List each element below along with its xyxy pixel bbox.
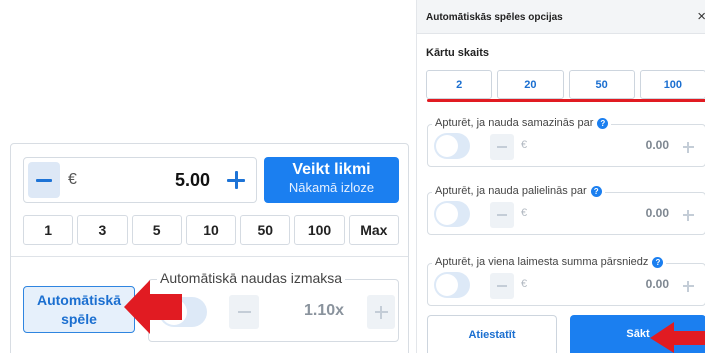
decrease-stake-button[interactable] xyxy=(28,162,60,198)
rounds-option-2[interactable]: 2 xyxy=(426,70,493,99)
plus-icon xyxy=(227,171,245,189)
currency-symbol: € xyxy=(521,207,528,219)
stop-on-loss-increase-button[interactable] xyxy=(677,134,699,160)
quick-amount-5[interactable]: 5 xyxy=(131,215,182,245)
auto-cashout-label: Automātiskā naudas izmaksa xyxy=(157,270,346,286)
red-arrow-icon xyxy=(124,280,182,334)
red-highlight-underline xyxy=(427,99,705,102)
quick-amount-1[interactable]: 1 xyxy=(23,215,74,245)
plus-icon xyxy=(682,141,694,153)
stop-on-single-win-label: Apturēt, ja viena laimesta summa pārsnie… xyxy=(432,256,667,268)
stop-on-win-label: Apturēt, ja nauda palielinās par ? xyxy=(432,185,605,197)
stop-on-single-win-decrease-button[interactable] xyxy=(490,273,514,299)
rounds-option-20[interactable]: 20 xyxy=(497,70,564,99)
rounds-options: 2 20 50 100 xyxy=(426,70,705,99)
place-bet-subtitle: Nākamā izloze xyxy=(288,180,375,195)
cashout-decrease-button[interactable] xyxy=(229,295,259,329)
stop-on-win-input[interactable]: 0.00 xyxy=(646,206,669,220)
autoplay-label-line2: spēle xyxy=(61,311,97,327)
reset-button[interactable]: Atiestatīt xyxy=(427,315,557,353)
stop-on-loss-label: Apturēt, ja nauda samazinās par ? xyxy=(432,117,612,129)
minus-icon xyxy=(497,214,507,216)
increase-stake-button[interactable] xyxy=(220,162,252,198)
place-bet-title: Veikt likmi xyxy=(292,161,371,178)
stop-on-loss-input[interactable]: 0.00 xyxy=(646,138,669,152)
currency-symbol: € xyxy=(521,139,528,151)
stop-on-single-win-text: Apturēt, ja viena laimesta summa pārsnie… xyxy=(435,256,649,268)
cashout-increase-button[interactable] xyxy=(367,295,395,329)
minus-icon xyxy=(36,178,52,182)
rounds-label: Kārtu skaits xyxy=(426,47,489,59)
currency-symbol: € xyxy=(68,171,77,188)
stop-on-win-decrease-button[interactable] xyxy=(490,202,514,228)
stop-on-loss-decrease-button[interactable] xyxy=(490,134,514,160)
auto-cashout-group: Automātiskā naudas izmaksa 1.10x xyxy=(148,270,399,342)
plus-icon xyxy=(682,280,694,292)
help-icon[interactable]: ? xyxy=(597,117,609,129)
stake-amount-input[interactable]: 5.00 xyxy=(175,170,210,191)
stop-on-single-win-toggle[interactable] xyxy=(434,272,470,298)
dialog-title: Automātiskās spēles opcijas xyxy=(426,12,563,23)
toggle-knob xyxy=(436,135,458,157)
autoplay-options-dialog: Automātiskās spēles opcijas × Kārtu skai… xyxy=(416,0,705,353)
quick-amount-max[interactable]: Max xyxy=(348,215,399,245)
stop-on-loss-group: Apturēt, ja nauda samazinās par ? € 0.00 xyxy=(427,117,705,167)
red-arrow-icon xyxy=(650,322,705,353)
place-bet-button[interactable]: Veikt likmi Nākamā izloze xyxy=(264,157,399,203)
bet-panel: € 5.00 Veikt likmi Nākamā izloze 1 3 5 1… xyxy=(10,143,409,353)
stop-on-single-win-input[interactable]: 0.00 xyxy=(646,277,669,291)
dialog-header: Automātiskās spēles opcijas × xyxy=(417,0,705,34)
stop-on-single-win-increase-button[interactable] xyxy=(677,273,699,299)
screenshot-stage: € 5.00 Veikt likmi Nākamā izloze 1 3 5 1… xyxy=(0,0,705,353)
minus-icon xyxy=(497,146,507,148)
stop-on-win-group: Apturēt, ja nauda palielinās par ? € 0.0… xyxy=(427,185,705,235)
stop-on-win-increase-button[interactable] xyxy=(677,202,699,228)
minus-icon xyxy=(237,311,251,313)
quick-amount-100[interactable]: 100 xyxy=(294,215,345,245)
currency-symbol: € xyxy=(521,278,528,290)
help-icon[interactable]: ? xyxy=(652,256,664,268)
quick-amount-row: 1 3 5 10 50 100 Max xyxy=(23,215,399,245)
close-icon[interactable]: × xyxy=(697,8,705,25)
stop-on-win-text: Apturēt, ja nauda palielinās par xyxy=(435,185,587,197)
toggle-knob xyxy=(436,274,458,296)
stop-on-single-win-group: Apturēt, ja viena laimesta summa pārsnie… xyxy=(427,256,705,306)
autoplay-label-line1: Automātiskā xyxy=(36,292,122,308)
stake-input-group: € 5.00 xyxy=(23,157,257,203)
stop-on-loss-toggle[interactable] xyxy=(434,133,470,159)
rounds-option-100[interactable]: 100 xyxy=(639,70,705,99)
toggle-knob xyxy=(436,203,458,225)
plus-icon xyxy=(374,305,388,319)
rounds-option-50[interactable]: 50 xyxy=(568,70,635,99)
quick-amount-3[interactable]: 3 xyxy=(77,215,128,245)
autoplay-button[interactable]: Automātiskā spēle xyxy=(23,286,135,333)
help-icon[interactable]: ? xyxy=(590,185,602,197)
stop-on-loss-text: Apturēt, ja nauda samazinās par xyxy=(435,117,594,129)
cashout-multiplier-input[interactable]: 1.10x xyxy=(304,302,344,320)
quick-amount-10[interactable]: 10 xyxy=(185,215,237,245)
quick-amount-50[interactable]: 50 xyxy=(240,215,291,245)
panel-divider xyxy=(11,256,408,257)
stop-on-win-toggle[interactable] xyxy=(434,201,470,227)
minus-icon xyxy=(497,285,507,287)
plus-icon xyxy=(682,209,694,221)
